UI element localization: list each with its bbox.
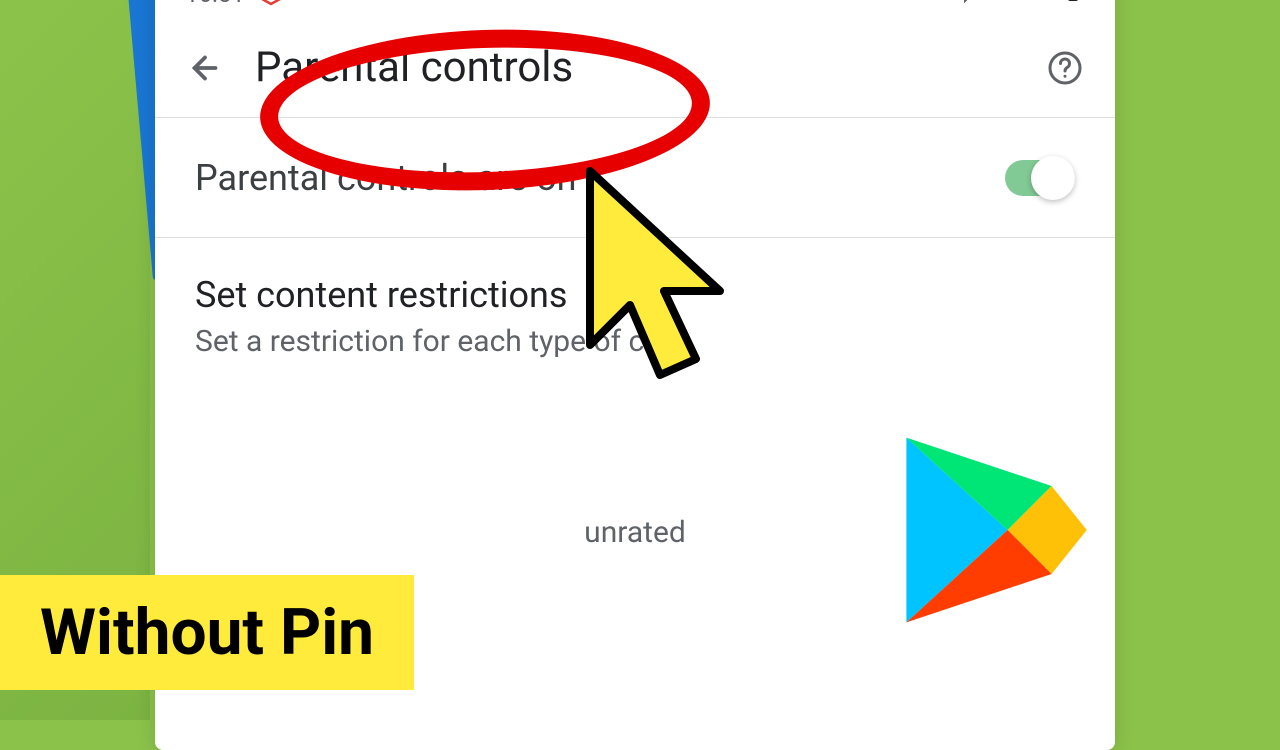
help-button[interactable] (1045, 48, 1085, 88)
partial-text: unrated (155, 515, 1115, 550)
status-bar: 16:51 (155, 0, 1115, 18)
thumbnail-caption: Without Pin (0, 575, 414, 690)
wifi-icon (989, 0, 1013, 9)
parental-controls-toggle[interactable] (1005, 160, 1075, 196)
status-time: 16:51 (185, 0, 245, 8)
content-restrictions-section[interactable]: Set content restrictions Set a restricti… (155, 238, 1115, 395)
section-title: Set content restrictions (195, 274, 1075, 316)
toggle-label: Parental controls are on (195, 157, 577, 199)
toggle-knob (1031, 156, 1075, 200)
hexagon-app-icon (259, 0, 283, 6)
parental-controls-toggle-row[interactable]: Parental controls are on (155, 118, 1115, 238)
header-bar: Parental controls (155, 18, 1115, 118)
signal-icon (1025, 0, 1049, 9)
page-title: Parental controls (255, 43, 573, 92)
section-subtitle: Set a restriction for each type of con (195, 324, 1075, 359)
battery-icon (1061, 0, 1085, 9)
back-button[interactable] (185, 48, 225, 88)
copy-icon (297, 0, 319, 8)
bluetooth-icon (953, 0, 977, 9)
